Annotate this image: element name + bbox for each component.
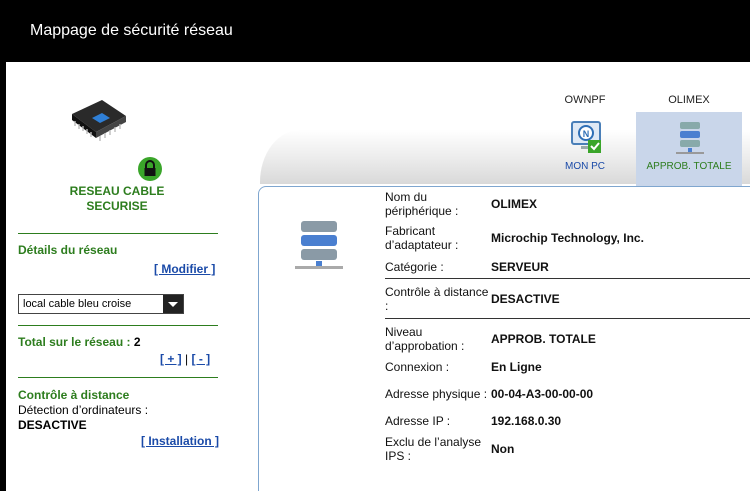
detail-value: Microchip Technology, Inc. (491, 231, 644, 245)
add-remove-links: [ + ] | [ - ] (160, 352, 210, 366)
window-title: Mappage de sécurité réseau (30, 22, 233, 39)
device-label: APPROB. TOTALE (646, 161, 732, 172)
title-bar: Mappage de sécurité réseau (0, 0, 750, 62)
detection-label: Détection d’ordinateurs : (18, 403, 149, 417)
detail-label: Adresse physique : (385, 387, 488, 401)
server-icon (676, 122, 704, 154)
device-name: OWNPF (564, 94, 606, 106)
add-device-link[interactable]: [ + ] (160, 352, 182, 366)
left-pane: RESEAU CABLE SECURISE Détails du réseau … (6, 62, 234, 491)
link-separator: | (185, 352, 189, 366)
device-olimex[interactable]: OLIMEX APPROB. TOTALE (636, 92, 742, 210)
detail-value: DESACTIVE (491, 291, 560, 306)
network-total: Total sur le réseau : 2 (18, 335, 141, 349)
network-select[interactable]: local cable bleu croise (18, 294, 184, 314)
detail-value: 00-04-A3-00-00-00 (491, 387, 594, 401)
detail-value: SERVEUR (491, 259, 549, 274)
server-icon (295, 221, 343, 269)
chevron-down-icon[interactable] (163, 295, 183, 313)
detail-row-mac: Adresse physique : 00-04-A3-00-00-00 (385, 376, 750, 412)
detail-value: OLIMEX (491, 197, 538, 211)
device-label: MON PC (565, 161, 605, 172)
device-details: Nom du périphérique : OLIMEX Fabricant d… (385, 187, 750, 468)
detail-label: Exclu de l’analyse IPS : (385, 435, 482, 463)
divider (18, 233, 218, 234)
detail-label: Nom du périphérique : (385, 190, 459, 218)
network-status-line2: SECURISE (86, 199, 148, 213)
detail-row-remote: Contrôle à distance : DESACTIVE (385, 278, 750, 318)
lock-icon (138, 157, 162, 181)
detail-value: En Ligne (491, 360, 542, 374)
device-ownpf[interactable]: OWNPF N MON PC (532, 92, 638, 180)
svg-text:N: N (583, 129, 590, 139)
network-status-line1: RESEAU CABLE (69, 184, 165, 198)
detail-row-category: Catégorie : SERVEUR (385, 255, 750, 278)
detail-label: Catégorie : (385, 259, 444, 274)
divider (18, 325, 218, 326)
detail-row-manufacturer: Fabricant d’adaptateur : Microchip Techn… (385, 221, 750, 255)
detail-label: Contrôle à distance : (385, 284, 489, 313)
installation-link[interactable]: [ Installation ] (141, 434, 219, 448)
network-details-title: Détails du réseau (18, 243, 118, 257)
detail-row-name: Nom du périphérique : OLIMEX (385, 187, 750, 221)
device-details-panel: Nom du périphérique : OLIMEX Fabricant d… (258, 186, 750, 491)
detail-label: Adresse IP : (385, 414, 451, 428)
detail-label: Niveau d’approbation : (385, 324, 465, 353)
modify-link[interactable]: [ Modifier ] (154, 262, 215, 276)
network-select-value: local cable bleu croise (23, 298, 132, 310)
main-content: RESEAU CABLE SECURISE Détails du réseau … (6, 62, 750, 491)
detail-row-ips: Exclu de l’analyse IPS : Non (385, 430, 750, 468)
detail-row-approval: Niveau d’approbation : APPROB. TOTALE (385, 318, 750, 358)
detail-label: Connexion : (385, 360, 450, 374)
remove-device-link[interactable]: [ - ] (191, 352, 210, 366)
right-pane: OWNPF N MON PC OLIMEX APPROB. TOTALE Nom… (234, 62, 750, 491)
device-name: OLIMEX (668, 94, 710, 106)
monitor-check-icon: N (571, 121, 601, 153)
remote-control-title: Contrôle à distance (18, 388, 130, 402)
total-label: Total sur le réseau : (18, 335, 131, 349)
detection-value: DESACTIVE (18, 418, 87, 432)
detail-row-connection: Connexion : En Ligne (385, 358, 750, 376)
detail-value: APPROB. TOTALE (491, 331, 596, 346)
detail-label: Fabricant d’adaptateur : (385, 224, 459, 252)
detail-row-ip: Adresse IP : 192.168.0.30 (385, 412, 750, 430)
total-value: 2 (133, 335, 141, 349)
network-status: RESEAU CABLE SECURISE (46, 184, 188, 214)
network-chip-icon (72, 100, 126, 141)
divider (18, 377, 218, 378)
detail-value: Non (491, 442, 515, 456)
detail-value: 192.168.0.30 (491, 414, 562, 428)
